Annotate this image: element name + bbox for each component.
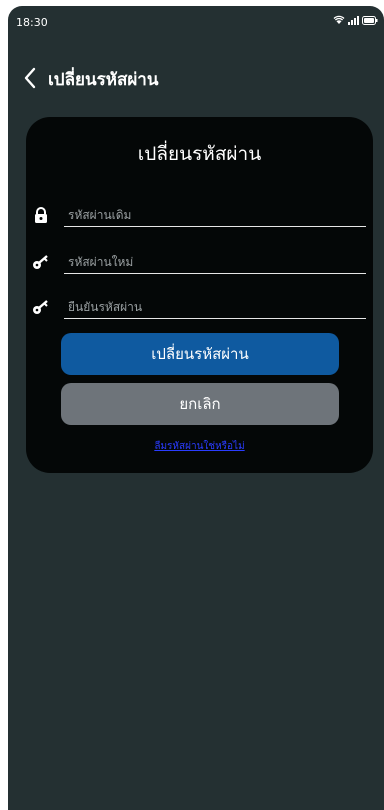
status-bar: 18:30 [8,6,384,36]
new-password-input[interactable] [64,250,366,274]
current-password-field [32,201,368,229]
change-password-button[interactable]: เปลี่ยนรหัสผ่าน [61,333,339,375]
status-time: 18:30 [16,16,48,29]
new-password-field [32,248,368,276]
confirm-password-input[interactable] [64,295,366,319]
phone-screen: 18:30 เปลี่ยนรหัสผ่าน เปลี่ยนรหัสผ่าน เป… [8,6,384,810]
app-bar: เปลี่ยนรหัสผ่าน [8,58,384,98]
cancel-button[interactable]: ยกเลิก [61,383,339,425]
wifi-icon [333,15,345,24]
card-title: เปลี่ยนรหัสผ่าน [137,143,262,165]
battery-icon [362,15,378,25]
status-icons [333,15,378,25]
current-password-input[interactable] [64,203,366,227]
page-title: เปลี่ยนรหัสผ่าน [48,70,159,90]
signal-icon [348,15,359,25]
change-password-card: เปลี่ยนรหัสผ่าน เปลี่ยนรหัสผ่าน ยกเลิก ล… [26,117,373,473]
confirm-password-field [32,293,368,321]
back-arrow-icon[interactable] [20,66,42,90]
forgot-password-link[interactable]: ลืมรหัสผ่านใช่หรือไม่ [26,439,373,454]
key-icon [33,255,48,269]
lock-icon [35,207,47,223]
key-icon [33,300,48,314]
